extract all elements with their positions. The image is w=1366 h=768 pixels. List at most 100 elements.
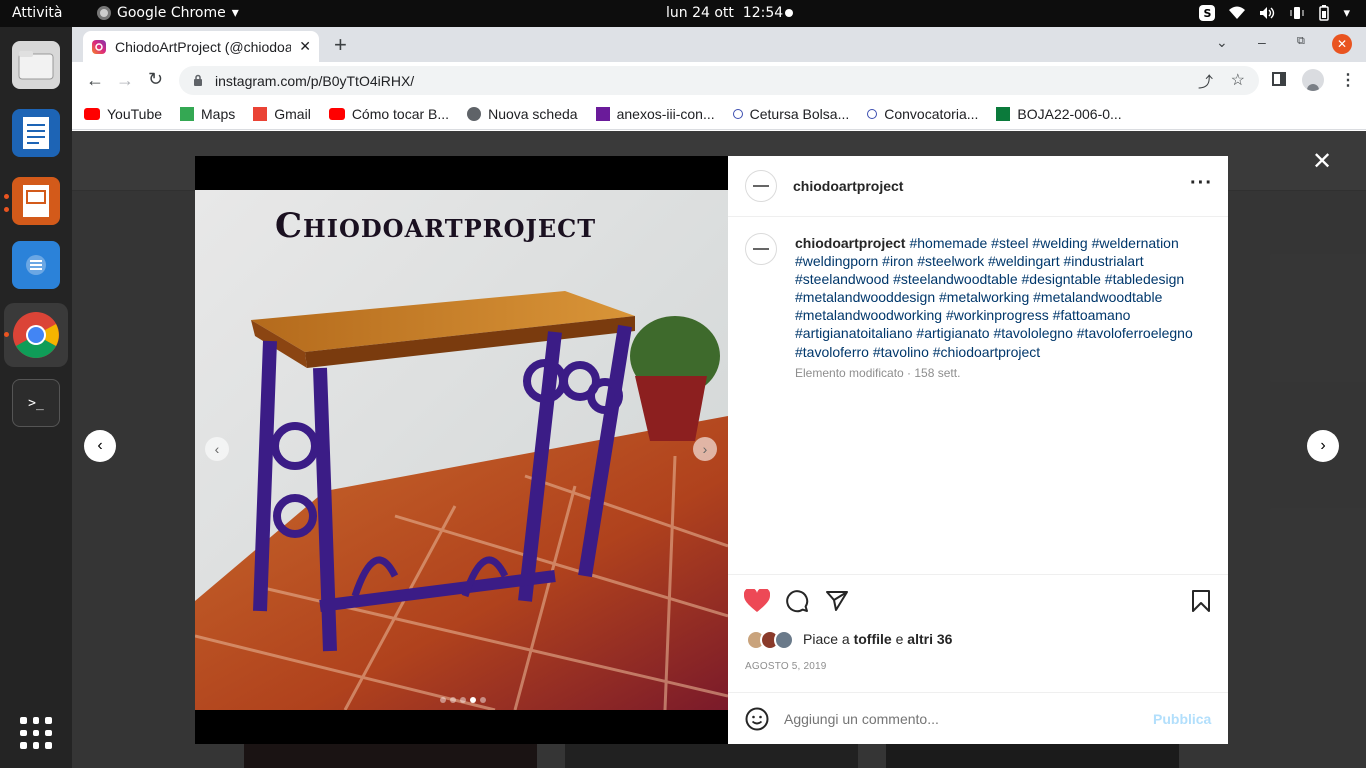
chrome-menu-icon[interactable]: ⋮: [1340, 70, 1356, 90]
back-icon[interactable]: ←: [86, 70, 104, 91]
post-date[interactable]: AGOSTO 5, 2019: [745, 661, 827, 672]
toolbar: ← → ↻ instagram.com/p/B0yTtO4iRHX/ ⤴ ☆ ⋮: [72, 62, 1366, 99]
emoji-icon[interactable]: [745, 707, 769, 731]
profile-avatar[interactable]: [1302, 69, 1324, 91]
avatar: [774, 630, 794, 650]
username-link[interactable]: chiodoartproject: [793, 178, 903, 194]
save-bookmark-icon[interactable]: [1191, 589, 1211, 613]
wifi-icon: [1229, 6, 1246, 19]
modal-close-icon[interactable]: ✕: [1312, 147, 1332, 176]
files-icon[interactable]: [12, 41, 60, 89]
bookmark-item[interactable]: Nuova scheda: [467, 106, 578, 122]
carousel-dot: [470, 697, 476, 703]
chevron-right-icon: ›: [1320, 437, 1326, 454]
junta-icon: [996, 107, 1011, 121]
show-apps-icon[interactable]: [20, 717, 52, 749]
bookmark-star-icon[interactable]: ☆: [1231, 70, 1245, 90]
caret-down-icon: ▾: [231, 5, 239, 21]
tab-search-icon[interactable]: ⌄: [1216, 34, 1228, 51]
bookmark-item[interactable]: anexos-iii-con...: [595, 106, 715, 122]
bookmark-label: YouTube: [107, 106, 163, 122]
carousel-prev-button[interactable]: ‹: [205, 437, 229, 461]
bookmark-item[interactable]: Cómo tocar B...: [328, 106, 450, 122]
bookmark-label: Convocatoria...: [884, 106, 979, 122]
carousel-dot: [480, 697, 486, 703]
bookmark-item[interactable]: Maps: [180, 106, 235, 122]
bookmark-label: Nuova scheda: [488, 106, 578, 122]
liked-by-avatars[interactable]: [746, 630, 794, 650]
instagram-favicon-icon: [92, 39, 106, 54]
browser-window: ChiodoArtProject (@chiodoartproject) ✕ +…: [72, 27, 1366, 768]
system-tray[interactable]: S ▾: [1199, 5, 1350, 21]
actions-section: Piace a toffile e altri 36 AGOSTO 5, 201…: [728, 574, 1228, 692]
avatar[interactable]: [745, 233, 777, 265]
window-close-icon[interactable]: ✕: [1332, 34, 1352, 54]
bookmark-item[interactable]: YouTube: [84, 106, 162, 122]
share-icon[interactable]: ⤴: [1198, 71, 1213, 92]
edited-meta: Elemento modificato · 158 sett.: [795, 366, 961, 380]
app-menu[interactable]: Google Chrome ▾: [97, 5, 239, 21]
caption-text: chiodoartproject #homemade #steel #weldin…: [795, 234, 1207, 361]
address-bar[interactable]: instagram.com/p/B0yTtO4iRHX/ ⤴ ☆: [179, 66, 1259, 95]
more-options-icon[interactable]: ···: [1190, 172, 1213, 195]
carousel-next-button[interactable]: ›: [693, 437, 717, 461]
minimize-icon[interactable]: –: [1258, 34, 1266, 50]
power-menu-icon[interactable]: ▾: [1343, 6, 1350, 21]
carousel-dot: [460, 697, 466, 703]
activities-button[interactable]: Attività: [12, 5, 62, 21]
writer-icon[interactable]: [12, 109, 60, 157]
tab-close-icon[interactable]: ✕: [299, 38, 311, 55]
bookmark-item[interactable]: Cetursa Bolsa...: [732, 106, 849, 122]
like-heart-icon[interactable]: [744, 589, 770, 613]
bookmark-label: Cómo tocar B...: [351, 106, 450, 122]
running-indicator: [4, 332, 9, 337]
terminal-icon[interactable]: >_: [12, 379, 60, 427]
tab-strip: ChiodoArtProject (@chiodoartproject) ✕ +…: [72, 27, 1366, 62]
skype-tray-icon[interactable]: S: [1199, 5, 1216, 21]
bookmark-item[interactable]: BOJA22-006-0...: [996, 106, 1122, 122]
new-tab-icon[interactable]: +: [334, 32, 347, 58]
clock[interactable]: lun 24 ott 12:54: [666, 5, 783, 21]
likes-user-link[interactable]: toffile: [854, 631, 892, 647]
chevron-left-icon: ‹: [214, 441, 220, 457]
likes-others-link[interactable]: altri 36: [907, 631, 952, 647]
chrome-icon[interactable]: [12, 311, 60, 359]
software-center-icon[interactable]: [12, 241, 60, 289]
post-image[interactable]: Chiodoartproject ‹ ›: [195, 156, 728, 744]
bookmark-item[interactable]: Gmail: [253, 106, 311, 122]
tab-instagram[interactable]: ChiodoArtProject (@chiodoartproject) ✕: [83, 31, 319, 62]
share-send-icon[interactable]: [825, 589, 849, 613]
reload-icon[interactable]: ↻: [148, 69, 163, 90]
previous-post-button[interactable]: ‹: [84, 430, 116, 462]
maximize-icon[interactable]: ⧉: [1297, 35, 1305, 48]
image-watermark-title: Chiodoartproject: [275, 206, 597, 246]
avatar[interactable]: [745, 170, 777, 202]
impress-icon[interactable]: [12, 177, 60, 225]
side-panel-icon[interactable]: [1272, 72, 1286, 86]
lock-icon: [194, 74, 202, 86]
gmail-icon: [253, 107, 268, 121]
forward-icon[interactable]: →: [116, 70, 134, 91]
ring-icon: [867, 109, 878, 119]
url-text: instagram.com/p/B0yTtO4iRHX/: [215, 72, 415, 89]
app-menu-label: Google Chrome: [117, 5, 226, 21]
doc-icon: [595, 107, 610, 121]
publish-button[interactable]: Pubblica: [1153, 711, 1211, 727]
ring-icon: [732, 109, 743, 119]
next-post-button[interactable]: ›: [1307, 430, 1339, 462]
youtube-icon: [328, 108, 345, 120]
caption-hashtags[interactable]: #homemade #steel #welding #weldernation …: [795, 235, 1193, 360]
bookmark-label: anexos-iii-con...: [616, 106, 715, 122]
running-indicator: [4, 194, 9, 199]
bookmarks-bar: YouTube Maps Gmail Cómo tocar B... Nuova sch…: [72, 99, 1366, 130]
tab-title: ChiodoArtProject (@chiodoartproject): [115, 38, 292, 55]
comment-icon[interactable]: [785, 589, 809, 613]
globe-icon: [467, 107, 482, 121]
likes-conj: e: [891, 631, 908, 647]
bookmark-item[interactable]: Convocatoria...: [867, 106, 978, 122]
chrome-small-icon: [97, 6, 111, 20]
comment-input[interactable]: [784, 707, 1124, 731]
maps-icon: [180, 107, 195, 121]
post-header: chiodoartproject ···: [728, 156, 1228, 217]
caption-username[interactable]: chiodoartproject: [795, 235, 905, 251]
